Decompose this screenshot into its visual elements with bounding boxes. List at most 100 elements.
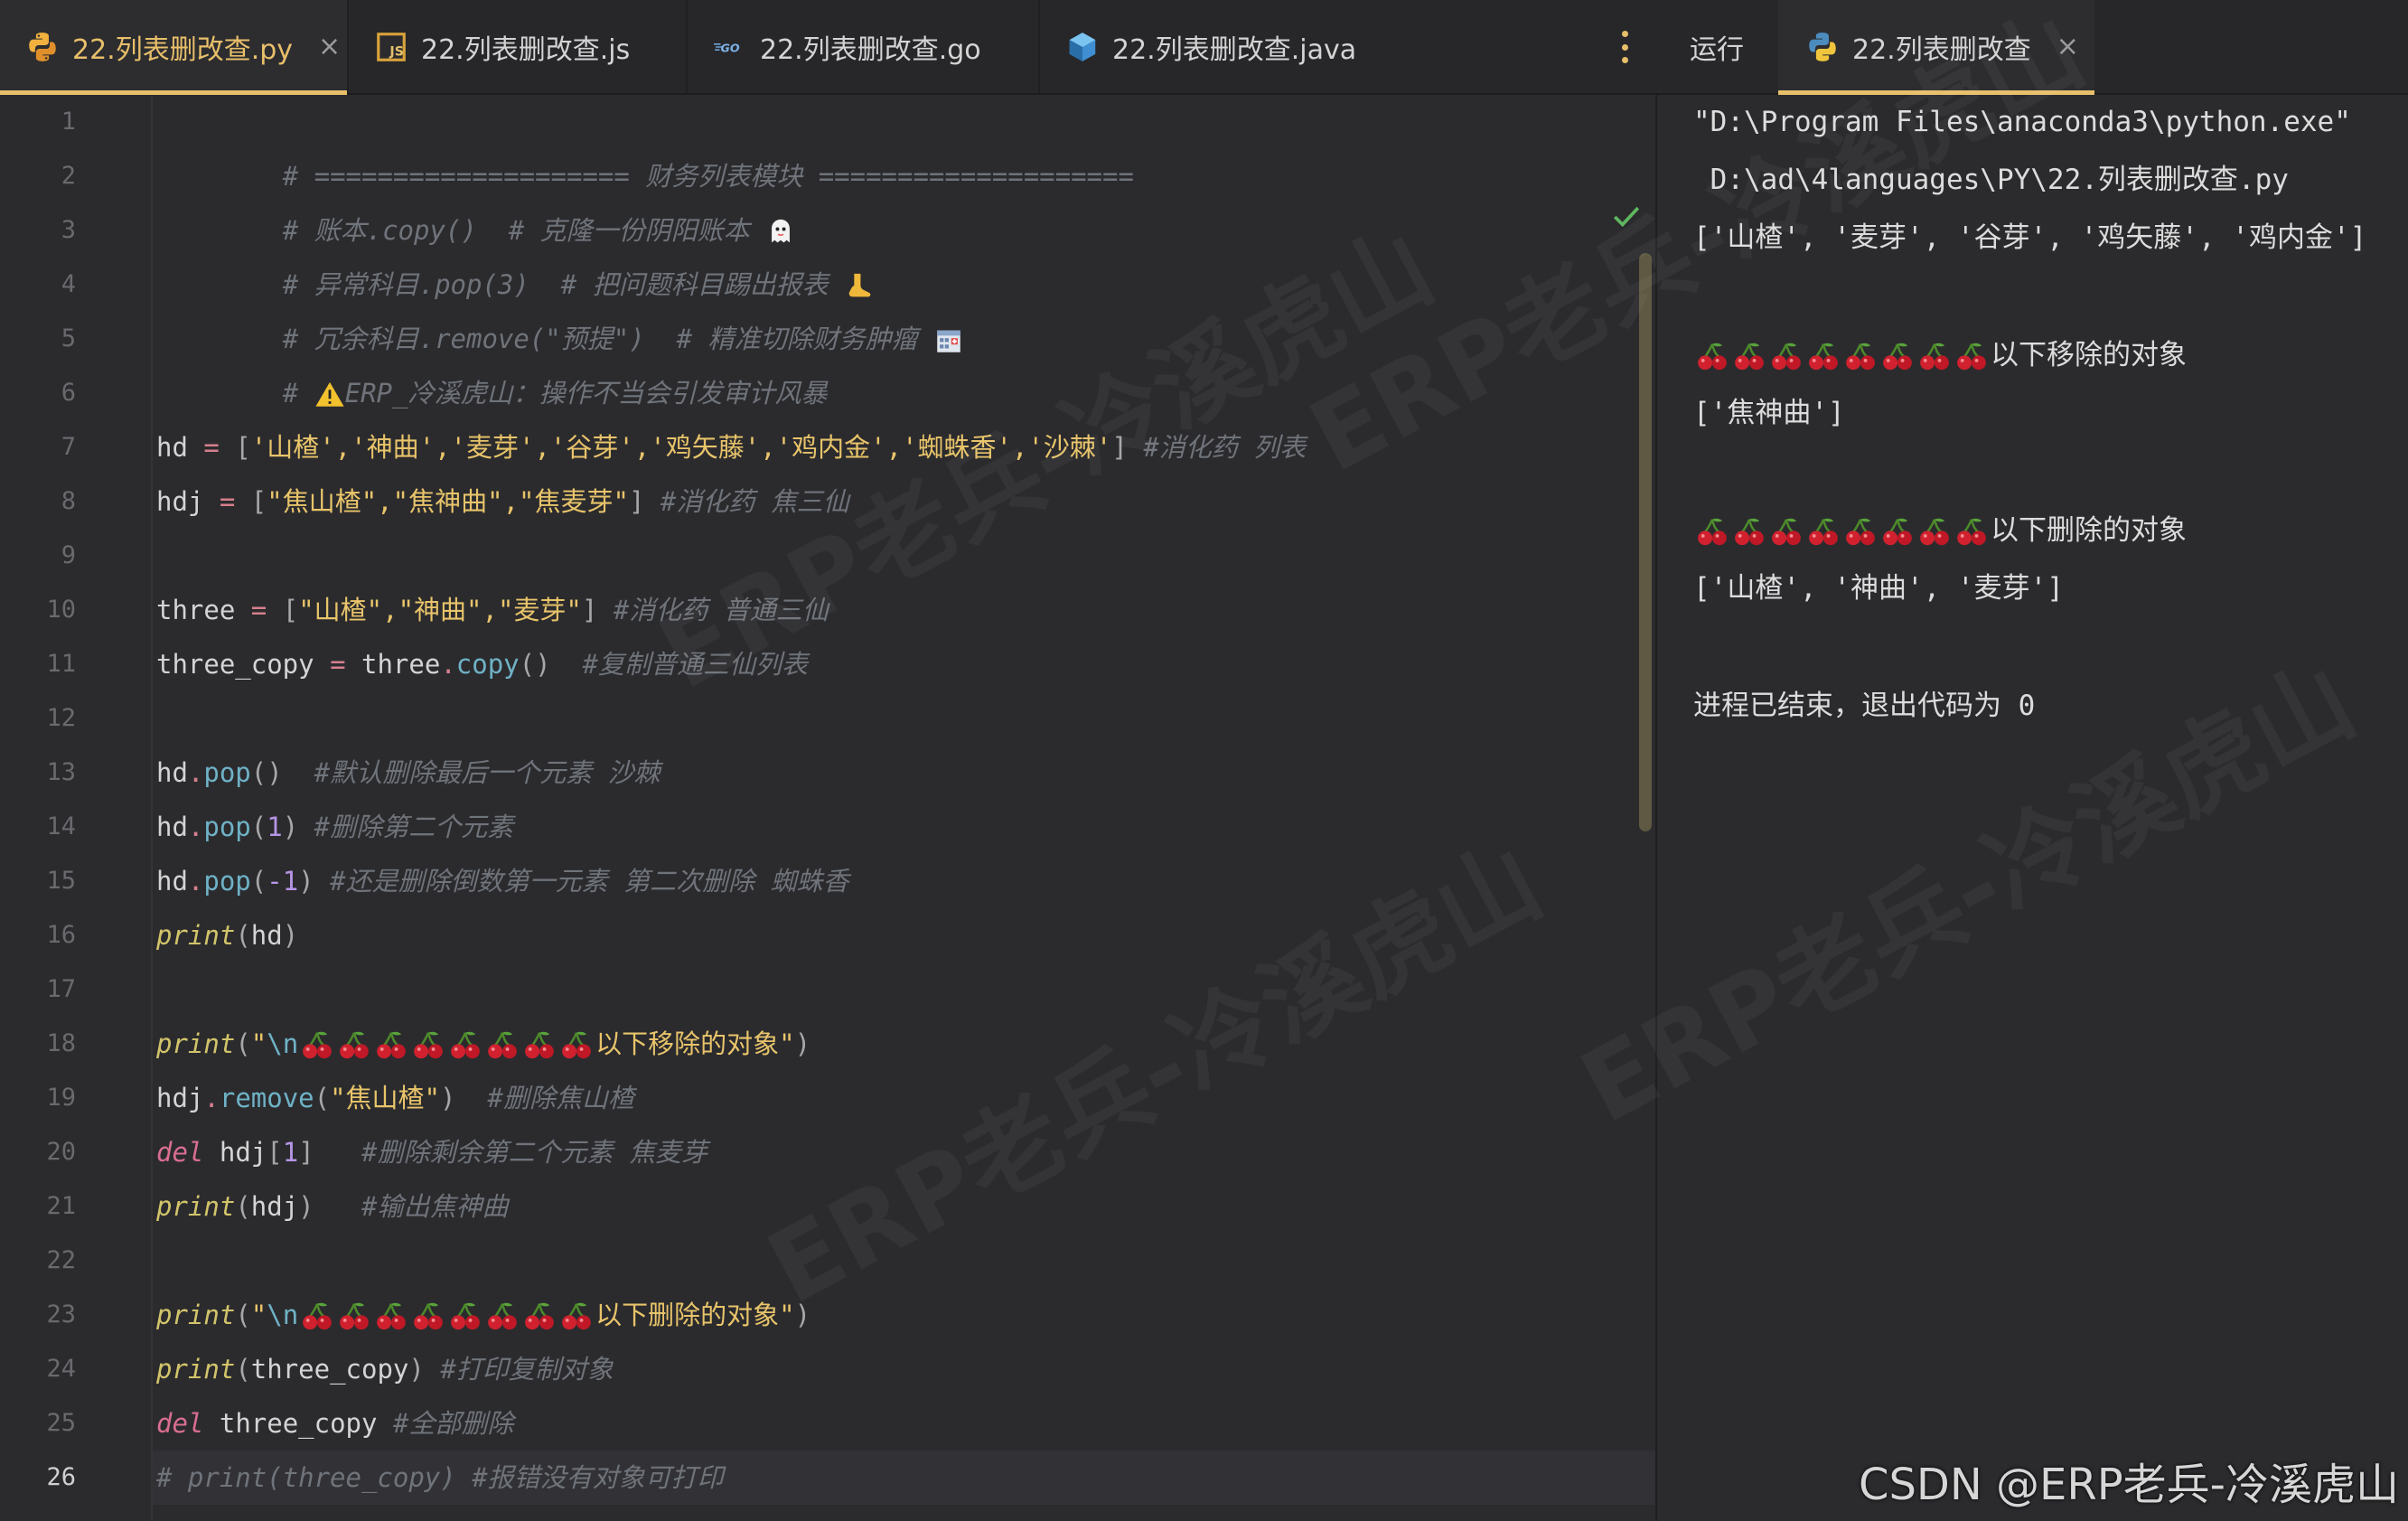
cherry-emoji-row xyxy=(1695,340,1989,374)
comment: #消化药 焦三仙 xyxy=(660,486,849,517)
code-line[interactable]: hd = ['山楂','神曲','麦芽','谷芽','鸡矢藤','鸡内金','蜘… xyxy=(156,420,1306,474)
line-number[interactable]: 10 xyxy=(0,583,76,637)
code-line[interactable]: print(three_copy) #打印复制对象 xyxy=(156,1342,614,1396)
line-number[interactable]: 1 xyxy=(0,95,76,149)
cherry-icon xyxy=(1957,518,1986,545)
svg-text:GO: GO xyxy=(720,41,739,54)
line-number[interactable]: 26 xyxy=(0,1451,76,1505)
run-tab-bar: 运行 22.列表删改查 × xyxy=(1655,0,2408,95)
editor-scrollbar[interactable] xyxy=(1639,253,1652,831)
line-number[interactable]: 12 xyxy=(0,691,76,746)
builtin-function: print xyxy=(156,1300,236,1330)
tab-java-label: 22.列表删改查.java xyxy=(1112,33,1357,66)
line-number[interactable]: 13 xyxy=(0,746,76,800)
line-number[interactable]: 15 xyxy=(0,854,76,908)
identifier: hd xyxy=(156,757,188,788)
code-line[interactable]: hdj = ["焦山楂","焦神曲","焦麦芽"] #消化药 焦三仙 xyxy=(156,474,849,529)
code-editor[interactable]: 1 2 3 4 5 6 7 8 9 10 11 12 13 14 15 16 17 18 19 20 21 22 23 24 2… xyxy=(0,95,1655,1521)
number-literal: -1 xyxy=(267,866,299,897)
line-number[interactable]: 22 xyxy=(0,1234,76,1288)
comment: # xyxy=(282,378,314,408)
string-literal: '山楂','神曲','麦芽','谷芽','鸡矢藤','鸡内金','蜘蛛香','沙… xyxy=(250,432,1112,463)
line-number[interactable]: 17 xyxy=(0,962,76,1017)
code-line[interactable]: # ERP_冷溪虎山：操作不当会引发审计风暴 xyxy=(156,312,828,408)
code-line[interactable]: del three_copy #全部删除 xyxy=(156,1396,513,1451)
line-number[interactable]: 19 xyxy=(0,1071,76,1125)
code-line[interactable]: print("\n 以下删除的对象") xyxy=(156,1288,810,1342)
tab-python-file[interactable]: 22.列表删改查.py × xyxy=(0,0,349,95)
line-number[interactable]: 5 xyxy=(0,312,76,366)
line-number[interactable]: 24 xyxy=(0,1342,76,1396)
line-number[interactable]: 3 xyxy=(0,203,76,258)
method-call: remove xyxy=(219,1083,314,1113)
go-icon: GO xyxy=(714,41,740,54)
tab-java-file[interactable]: 22.列表删改查.java xyxy=(1040,0,1546,93)
builtin-function: print xyxy=(156,1354,236,1385)
code-line[interactable]: del hdj[1] #删除剩余第二个元素 焦麦芽 xyxy=(156,1125,707,1179)
line-number[interactable]: 9 xyxy=(0,529,76,583)
string-literal: "焦山楂","焦神曲","焦麦芽" xyxy=(267,486,629,517)
identifier: three xyxy=(361,649,441,680)
code-line[interactable]: three = ["山楂","神曲","麦芽"] #消化药 普通三仙 xyxy=(156,583,829,637)
more-vertical-icon[interactable] xyxy=(1621,31,1628,63)
code-line[interactable]: # 冗余科目.remove("预提") # 精准切除财务肿瘤 xyxy=(156,258,964,354)
line-number[interactable]: 20 xyxy=(0,1125,76,1179)
code-line[interactable]: three_copy = three.copy() #复制普通三仙列表 xyxy=(156,637,808,691)
cherry-icon xyxy=(414,1031,444,1059)
cherry-icon xyxy=(1920,343,1949,370)
line-number[interactable]: 4 xyxy=(0,258,76,312)
console-line: 进程已结束，退出代码为 0 xyxy=(1693,690,2036,722)
comment: #删除剩余第二个元素 焦麦芽 xyxy=(361,1137,707,1168)
line-number[interactable]: 25 xyxy=(0,1396,76,1451)
line-number[interactable]: 6 xyxy=(0,366,76,420)
csdn-watermark: CSDN @ERP老兵-冷溪虎山 xyxy=(1858,1460,2399,1510)
code-line[interactable]: print(hdj) #输出焦神曲 xyxy=(156,1179,509,1234)
line-number[interactable]: 11 xyxy=(0,637,76,691)
comment: #消化药 普通三仙 xyxy=(613,595,829,625)
code-line[interactable]: print("\n 以下移除的对象") xyxy=(156,1017,810,1071)
cherry-icon xyxy=(303,1302,333,1330)
line-number[interactable]: 8 xyxy=(0,474,76,529)
cherry-icon xyxy=(525,1031,555,1059)
comment: ERP_冷溪虎山：操作不当会引发审计风暴 xyxy=(344,378,828,408)
run-output-panel[interactable]: "D:\Program Files\anaconda3\python.exe" … xyxy=(1655,95,2408,1521)
code-line[interactable]: print(hd) xyxy=(156,908,298,962)
code-line[interactable]: # 账本.copy() # 克隆一份阴阳账本 xyxy=(156,149,796,246)
line-number[interactable]: 2 xyxy=(0,149,76,203)
line-number[interactable]: 16 xyxy=(0,908,76,962)
code-line[interactable]: # print(three_copy) #报错没有对象可打印 xyxy=(156,1451,724,1505)
number-literal: 1 xyxy=(282,1137,299,1168)
close-icon[interactable]: × xyxy=(2057,31,2079,62)
code-line[interactable]: hd.pop(1) #删除第二个元素 xyxy=(156,800,513,854)
string-literal: 以下移除的对象" xyxy=(595,1028,795,1059)
run-tab-label: 22.列表删改查 xyxy=(1852,33,2031,66)
cherry-emoji-row xyxy=(1695,515,1989,549)
console-line: ['山楂', '神曲', '麦芽'] xyxy=(1693,572,2064,605)
tab-run-config[interactable]: 22.列表删改查 × xyxy=(1778,0,2094,95)
string-literal: "焦山楂" xyxy=(330,1083,441,1113)
comment: #默认删除最后一个元素 沙棘 xyxy=(314,757,661,788)
identifier: hdj xyxy=(250,1191,299,1222)
tab-go-label: 22.列表删改查.go xyxy=(760,33,981,66)
line-number[interactable]: 23 xyxy=(0,1288,76,1342)
tab-javascript-file[interactable]: JS 22.列表删改查.js xyxy=(349,0,688,93)
code-line[interactable]: hd.pop() #默认删除最后一个元素 沙棘 xyxy=(156,746,661,800)
tab-go-file[interactable]: GO 22.列表删改查.go xyxy=(688,0,1040,93)
code-area[interactable]: # ==================== 财务列表模块 ==========… xyxy=(156,95,1647,1521)
code-line[interactable]: hdj.remove("焦山楂") #删除焦山楂 xyxy=(156,1071,634,1125)
code-line[interactable]: # ==================== 财务列表模块 ==========… xyxy=(156,95,1134,192)
check-icon[interactable] xyxy=(1611,202,1642,232)
comment: # print(three_copy) #报错没有对象可打印 xyxy=(156,1462,724,1493)
line-number[interactable]: 21 xyxy=(0,1179,76,1234)
tab-javascript-label: 22.列表删改查.js xyxy=(421,33,631,66)
comment: #消化药 列表 xyxy=(1143,432,1307,463)
string-literal: 以下删除的对象" xyxy=(595,1300,795,1330)
line-number[interactable]: 7 xyxy=(0,420,76,474)
close-icon[interactable]: × xyxy=(318,31,341,62)
code-line[interactable]: # 异常科目.pop(3) # 把问题科目踢出报表 xyxy=(156,203,875,300)
code-line[interactable]: hd.pop(-1) #还是删除倒数第一元素 第二次删除 蜘蛛香 xyxy=(156,854,849,908)
console-line: "D:\Program Files\anaconda3\python.exe" xyxy=(1693,106,2351,138)
comment: #输出焦神曲 xyxy=(361,1191,509,1222)
line-number[interactable]: 14 xyxy=(0,800,76,854)
line-number[interactable]: 18 xyxy=(0,1017,76,1071)
